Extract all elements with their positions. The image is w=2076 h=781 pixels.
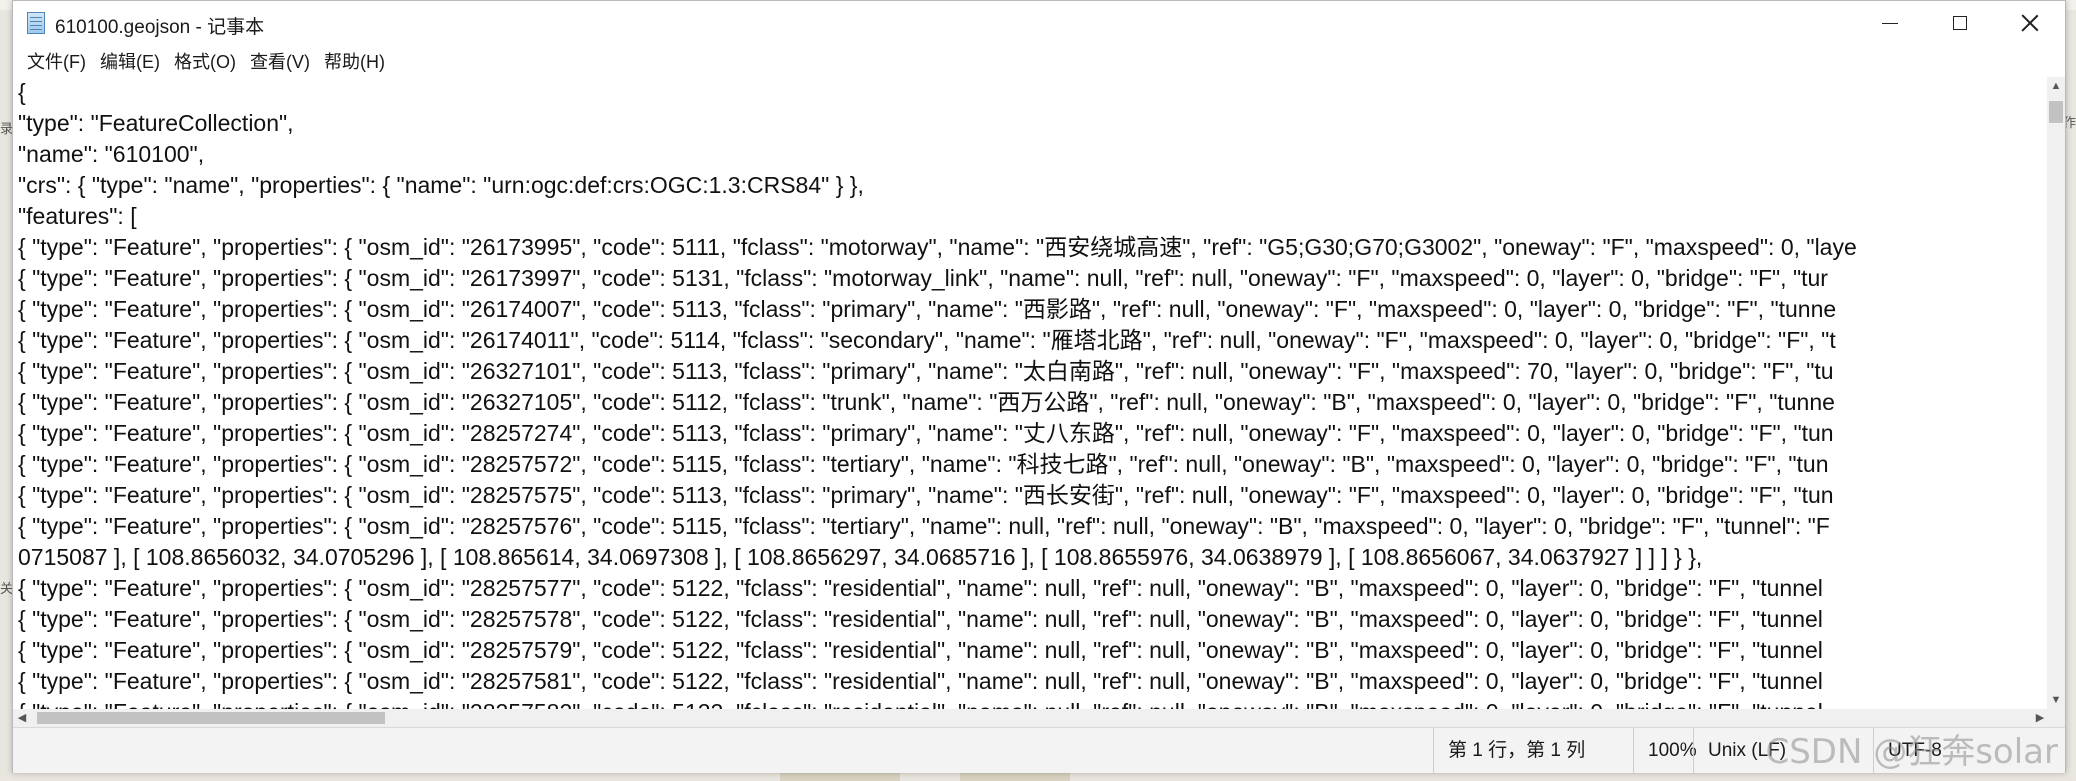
text-line: { "type": "Feature", "properties": { "os… (18, 296, 1837, 322)
text-line: "type": "FeatureCollection", (18, 110, 294, 136)
text-line: { (18, 79, 26, 105)
encoding: UTF-8 (1873, 728, 2058, 773)
text-line: { "type": "Feature", "properties": { "os… (18, 637, 1823, 663)
minimize-icon (1882, 22, 1898, 24)
text-line: { "type": "Feature", "properties": { "os… (18, 513, 1830, 539)
text-line: { "type": "Feature", "properties": { "os… (18, 234, 1857, 260)
menu-view[interactable]: 查看(V) (243, 48, 317, 74)
text-line: { "type": "Feature", "properties": { "os… (18, 575, 1823, 601)
status-bar: 第 1 行，第 1 列 100% Unix (LF) UTF-8 (13, 727, 2065, 773)
scroll-up-icon[interactable]: ▲ (2047, 77, 2065, 95)
minimize-button[interactable] (1855, 1, 1925, 45)
notepad-window: 610100.geojson - 记事本 文件(F) 编辑(E) 格式(O) 查… (12, 0, 2066, 773)
line-ending: Unix (LF) (1693, 728, 1888, 773)
text-line: 0715087 ], [ 108.8656032, 34.0705296 ], … (18, 544, 1703, 570)
text-line: { "type": "Feature", "properties": { "os… (18, 451, 1829, 477)
title-bar[interactable]: 610100.geojson - 记事本 (13, 1, 2065, 45)
window-title: 610100.geojson - 记事本 (55, 17, 265, 38)
vertical-scroll-thumb[interactable] (2049, 101, 2063, 123)
menu-help[interactable]: 帮助(H) (317, 48, 392, 74)
scrollbar-corner (2047, 709, 2065, 727)
text-line: { "type": "Feature", "properties": { "os… (18, 482, 1834, 508)
horizontal-scroll-thumb[interactable] (37, 712, 385, 724)
close-button[interactable] (1995, 1, 2065, 45)
vertical-scrollbar[interactable]: ▲ ▼ (2047, 77, 2065, 709)
menu-bar: 文件(F) 编辑(E) 格式(O) 查看(V) 帮助(H) (13, 45, 2065, 77)
menu-format[interactable]: 格式(O) (167, 48, 243, 74)
text-line: "features": [ (18, 203, 137, 229)
text-line: { "type": "Feature", "properties": { "os… (18, 265, 1828, 291)
maximize-button[interactable] (1925, 1, 1995, 45)
text-line: { "type": "Feature", "properties": { "os… (18, 420, 1834, 446)
menu-file[interactable]: 文件(F) (20, 48, 93, 74)
cursor-position: 第 1 行，第 1 列 (1433, 728, 1648, 773)
text-line: { "type": "Feature", "properties": { "os… (18, 389, 1835, 415)
text-line: "name": "610100", (18, 141, 205, 167)
scroll-left-icon[interactable]: ◀ (13, 709, 31, 727)
text-editor[interactable]: { "type": "FeatureCollection", "name": "… (13, 77, 2049, 709)
horizontal-scrollbar[interactable]: ◀ ▶ (13, 709, 2049, 727)
text-line: "crs": { "type": "name", "properties": {… (18, 172, 864, 198)
scroll-down-icon[interactable]: ▼ (2047, 691, 2065, 709)
maximize-icon (1953, 16, 1967, 30)
text-line: { "type": "Feature", "properties": { "os… (13, 697, 2049, 709)
notepad-icon[interactable] (27, 12, 45, 34)
close-icon (2021, 14, 2039, 32)
menu-edit[interactable]: 编辑(E) (93, 48, 167, 74)
text-line: { "type": "Feature", "properties": { "os… (18, 327, 1836, 353)
text-line: { "type": "Feature", "properties": { "os… (18, 606, 1823, 632)
text-line: { "type": "Feature", "properties": { "os… (18, 358, 1834, 384)
text-line: { "type": "Feature", "properties": { "os… (18, 668, 1823, 694)
